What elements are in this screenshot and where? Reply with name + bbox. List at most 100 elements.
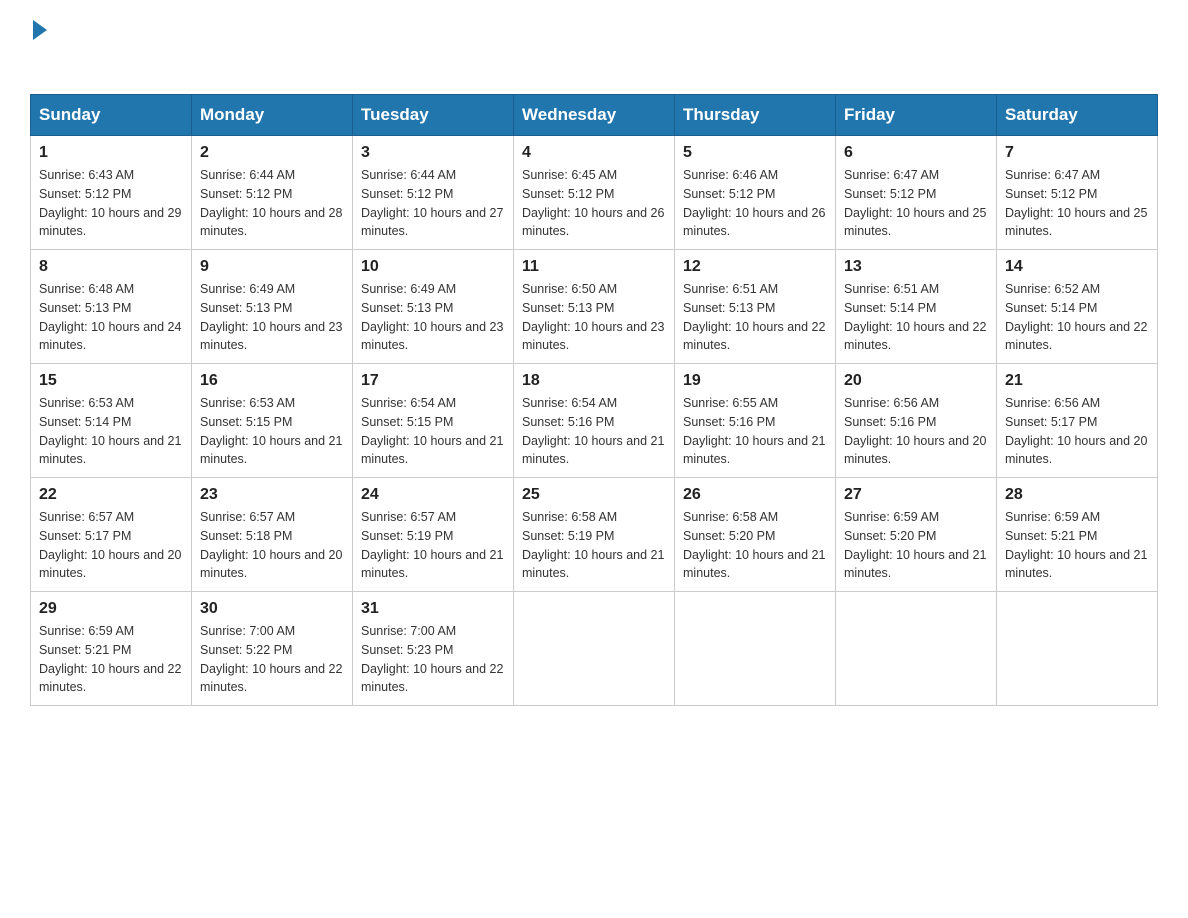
- day-number: 19: [683, 372, 827, 390]
- calendar-cell: 15 Sunrise: 6:53 AMSunset: 5:14 PMDayligh…: [31, 364, 192, 478]
- calendar-cell: [675, 592, 836, 706]
- calendar-cell: 24 Sunrise: 6:57 AMSunset: 5:19 PMDayligh…: [353, 478, 514, 592]
- day-number: 29: [39, 600, 183, 618]
- day-info: Sunrise: 6:57 AMSunset: 5:19 PMDaylight:…: [361, 508, 505, 583]
- calendar-table: SundayMondayTuesdayWednesdayThursdayFrid…: [30, 94, 1158, 706]
- week-row-5: 29 Sunrise: 6:59 AMSunset: 5:21 PMDayligh…: [31, 592, 1158, 706]
- day-info: Sunrise: 6:44 AMSunset: 5:12 PMDaylight:…: [361, 166, 505, 241]
- day-number: 22: [39, 486, 183, 504]
- calendar-cell: 3 Sunrise: 6:44 AMSunset: 5:12 PMDaylight…: [353, 136, 514, 250]
- logo-triangle-icon: [33, 20, 47, 40]
- day-number: 25: [522, 486, 666, 504]
- day-info: Sunrise: 6:55 AMSunset: 5:16 PMDaylight:…: [683, 394, 827, 469]
- day-number: 12: [683, 258, 827, 276]
- day-info: Sunrise: 6:45 AMSunset: 5:12 PMDaylight:…: [522, 166, 666, 241]
- calendar-cell: 16Sunrise: 6:53 AMSunset: 5:15 PMDayligh…: [192, 364, 353, 478]
- day-of-week-tuesday: Tuesday: [353, 95, 514, 136]
- day-info: Sunrise: 6:49 AMSunset: 5:13 PMDaylight:…: [361, 280, 505, 355]
- calendar-cell: 26 Sunrise: 6:58 AMSunset: 5:20 PMDayligh…: [675, 478, 836, 592]
- calendar-cell: 28Sunrise: 6:59 AMSunset: 5:21 PMDayligh…: [997, 478, 1158, 592]
- day-info: Sunrise: 6:56 AMSunset: 5:16 PMDaylight:…: [844, 394, 988, 469]
- day-number: 26: [683, 486, 827, 504]
- day-info: Sunrise: 6:47 AMSunset: 5:12 PMDaylight:…: [844, 166, 988, 241]
- calendar-cell: 6 Sunrise: 6:47 AMSunset: 5:12 PMDaylight…: [836, 136, 997, 250]
- day-number: 28: [1005, 486, 1149, 504]
- day-info: Sunrise: 6:43 AMSunset: 5:12 PMDaylight:…: [39, 166, 183, 241]
- day-header-row: SundayMondayTuesdayWednesdayThursdayFrid…: [31, 95, 1158, 136]
- calendar-cell: 5Sunrise: 6:46 AMSunset: 5:12 PMDaylight…: [675, 136, 836, 250]
- day-number: 3: [361, 144, 505, 162]
- calendar-header: SundayMondayTuesdayWednesdayThursdayFrid…: [31, 95, 1158, 136]
- day-number: 15: [39, 372, 183, 390]
- day-info: Sunrise: 6:47 AMSunset: 5:12 PMDaylight:…: [1005, 166, 1149, 241]
- calendar-cell: 7 Sunrise: 6:47 AMSunset: 5:12 PMDaylight…: [997, 136, 1158, 250]
- day-number: 18: [522, 372, 666, 390]
- day-of-week-friday: Friday: [836, 95, 997, 136]
- day-info: Sunrise: 6:53 AMSunset: 5:14 PMDaylight:…: [39, 394, 183, 469]
- calendar-cell: 19 Sunrise: 6:55 AMSunset: 5:16 PMDayligh…: [675, 364, 836, 478]
- day-number: 4: [522, 144, 666, 162]
- logo: [30, 20, 47, 74]
- day-number: 20: [844, 372, 988, 390]
- day-info: Sunrise: 6:44 AMSunset: 5:12 PMDaylight:…: [200, 166, 344, 241]
- day-number: 5: [683, 144, 827, 162]
- day-info: Sunrise: 6:50 AMSunset: 5:13 PMDaylight:…: [522, 280, 666, 355]
- day-number: 13: [844, 258, 988, 276]
- calendar-cell: 30 Sunrise: 7:00 AMSunset: 5:22 PMDayligh…: [192, 592, 353, 706]
- day-info: Sunrise: 6:59 AMSunset: 5:20 PMDaylight:…: [844, 508, 988, 583]
- calendar-cell: 18 Sunrise: 6:54 AMSunset: 5:16 PMDayligh…: [514, 364, 675, 478]
- day-number: 1: [39, 144, 183, 162]
- day-number: 31: [361, 600, 505, 618]
- calendar-cell: 1 Sunrise: 6:43 AMSunset: 5:12 PMDaylight…: [31, 136, 192, 250]
- day-number: 8: [39, 258, 183, 276]
- calendar-cell: 29 Sunrise: 6:59 AMSunset: 5:21 PMDayligh…: [31, 592, 192, 706]
- day-number: 16: [200, 372, 344, 390]
- day-of-week-sunday: Sunday: [31, 95, 192, 136]
- day-info: Sunrise: 6:58 AMSunset: 5:19 PMDaylight:…: [522, 508, 666, 583]
- day-info: Sunrise: 6:52 AMSunset: 5:14 PMDaylight:…: [1005, 280, 1149, 355]
- day-number: 14: [1005, 258, 1149, 276]
- calendar-cell: 17Sunrise: 6:54 AMSunset: 5:15 PMDayligh…: [353, 364, 514, 478]
- calendar-cell: 14 Sunrise: 6:52 AMSunset: 5:14 PMDayligh…: [997, 250, 1158, 364]
- calendar-cell: 22 Sunrise: 6:57 AMSunset: 5:17 PMDayligh…: [31, 478, 192, 592]
- day-number: 30: [200, 600, 344, 618]
- day-info: Sunrise: 6:54 AMSunset: 5:16 PMDaylight:…: [522, 394, 666, 469]
- calendar-cell: 8 Sunrise: 6:48 AMSunset: 5:13 PMDaylight…: [31, 250, 192, 364]
- day-info: Sunrise: 6:49 AMSunset: 5:13 PMDaylight:…: [200, 280, 344, 355]
- day-number: 2: [200, 144, 344, 162]
- day-number: 6: [844, 144, 988, 162]
- calendar-cell: 13Sunrise: 6:51 AMSunset: 5:14 PMDayligh…: [836, 250, 997, 364]
- day-info: Sunrise: 7:00 AMSunset: 5:22 PMDaylight:…: [200, 622, 344, 697]
- day-number: 21: [1005, 372, 1149, 390]
- day-info: Sunrise: 6:51 AMSunset: 5:13 PMDaylight:…: [683, 280, 827, 355]
- calendar-cell: [997, 592, 1158, 706]
- day-info: Sunrise: 6:57 AMSunset: 5:18 PMDaylight:…: [200, 508, 344, 583]
- calendar-cell: 4 Sunrise: 6:45 AMSunset: 5:12 PMDaylight…: [514, 136, 675, 250]
- day-info: Sunrise: 6:58 AMSunset: 5:20 PMDaylight:…: [683, 508, 827, 583]
- page-header: [30, 20, 1158, 74]
- calendar-cell: 20 Sunrise: 6:56 AMSunset: 5:16 PMDayligh…: [836, 364, 997, 478]
- calendar-cell: 9 Sunrise: 6:49 AMSunset: 5:13 PMDaylight…: [192, 250, 353, 364]
- day-of-week-monday: Monday: [192, 95, 353, 136]
- calendar-cell: 11Sunrise: 6:50 AMSunset: 5:13 PMDayligh…: [514, 250, 675, 364]
- day-number: 7: [1005, 144, 1149, 162]
- calendar-cell: 21Sunrise: 6:56 AMSunset: 5:17 PMDayligh…: [997, 364, 1158, 478]
- week-row-1: 1 Sunrise: 6:43 AMSunset: 5:12 PMDaylight…: [31, 136, 1158, 250]
- day-info: Sunrise: 6:54 AMSunset: 5:15 PMDaylight:…: [361, 394, 505, 469]
- day-info: Sunrise: 6:59 AMSunset: 5:21 PMDaylight:…: [39, 622, 183, 697]
- calendar-cell: 27Sunrise: 6:59 AMSunset: 5:20 PMDayligh…: [836, 478, 997, 592]
- week-row-4: 22 Sunrise: 6:57 AMSunset: 5:17 PMDayligh…: [31, 478, 1158, 592]
- calendar-cell: 23Sunrise: 6:57 AMSunset: 5:18 PMDayligh…: [192, 478, 353, 592]
- calendar-cell: 12 Sunrise: 6:51 AMSunset: 5:13 PMDayligh…: [675, 250, 836, 364]
- day-number: 10: [361, 258, 505, 276]
- day-info: Sunrise: 6:57 AMSunset: 5:17 PMDaylight:…: [39, 508, 183, 583]
- calendar-cell: 25 Sunrise: 6:58 AMSunset: 5:19 PMDayligh…: [514, 478, 675, 592]
- day-number: 9: [200, 258, 344, 276]
- calendar-cell: [836, 592, 997, 706]
- calendar-body: 1 Sunrise: 6:43 AMSunset: 5:12 PMDaylight…: [31, 136, 1158, 706]
- calendar-cell: [514, 592, 675, 706]
- day-info: Sunrise: 6:48 AMSunset: 5:13 PMDaylight:…: [39, 280, 183, 355]
- calendar-cell: 31Sunrise: 7:00 AMSunset: 5:23 PMDayligh…: [353, 592, 514, 706]
- calendar-cell: 2 Sunrise: 6:44 AMSunset: 5:12 PMDaylight…: [192, 136, 353, 250]
- day-number: 24: [361, 486, 505, 504]
